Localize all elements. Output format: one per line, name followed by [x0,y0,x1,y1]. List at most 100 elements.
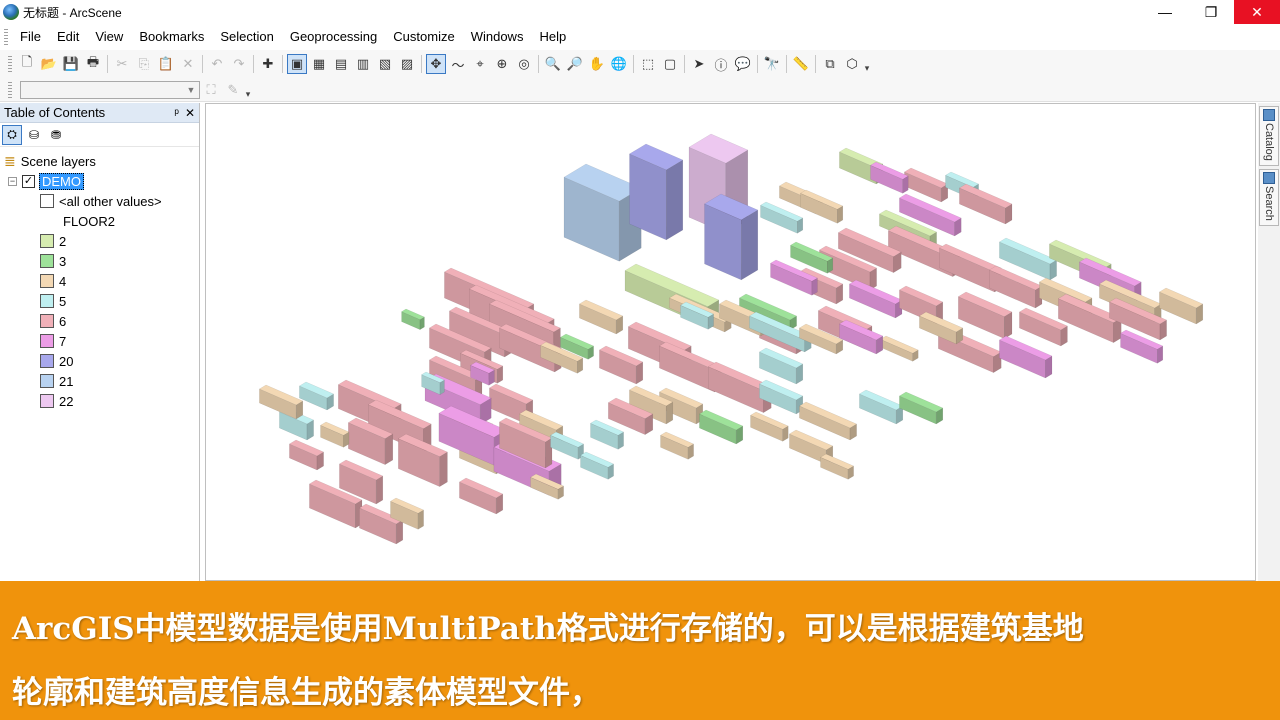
new-document-icon[interactable]: 🗋 [17,54,37,74]
legend-class-row: 7 [0,331,199,351]
legend-swatch[interactable] [40,254,54,268]
search-tab[interactable]: Search [1259,168,1279,226]
toolbar2-grip[interactable] [8,81,12,98]
paste-icon[interactable]: 📋 [156,54,176,74]
building-side-face [666,159,684,241]
toc-header: Table of Contents ᵖ ✕ [0,103,199,123]
layer-visibility-checkbox[interactable]: ✓ [22,174,35,188]
save-icon[interactable]: 💾 [61,54,81,74]
delete-icon[interactable]: ✕ [178,54,198,74]
arctoolbox-icon[interactable]: ▥ [353,54,373,74]
toolbar2-options-icon[interactable]: ▾ [244,80,252,100]
undo-icon[interactable]: ↶ [207,54,227,74]
menu-selection[interactable]: Selection [212,26,281,48]
fly-icon[interactable]: 〜 [448,54,468,74]
catalog-tab-label: Catalog [1263,123,1275,161]
legend-swatch[interactable] [40,394,54,408]
caption-banner: ArcGIS中模型数据是使用MultiPath格式进行存储的，可以是根据建筑基地… [0,581,1280,720]
layers-stack-icon: ≣ [4,152,16,169]
legend-class-label: 3 [59,253,67,269]
scene-view[interactable] [205,103,1256,581]
menu-help[interactable]: Help [531,26,574,48]
print-icon[interactable]: 🖶 [83,54,103,74]
collapse-icon[interactable]: − [8,176,17,186]
toolbar-options-icon[interactable]: ▾ [863,54,871,74]
menu-file[interactable]: File [12,26,49,48]
toolbar-grip[interactable] [8,56,12,72]
menu-geoprocessing[interactable]: Geoprocessing [282,26,385,48]
select-features-icon[interactable]: ⬚ [638,54,658,74]
zoom-in-icon[interactable]: 🔍 [543,54,563,74]
menu-windows[interactable]: Windows [463,26,532,48]
add-data-icon[interactable]: ✚ [258,54,278,74]
navigate-icon[interactable]: ✥ [426,54,446,74]
find-icon[interactable]: 🔭 [762,54,782,74]
html-popup-icon[interactable]: 💬 [733,54,753,74]
layer-row-demo[interactable]: − ✓ DEMO [0,171,199,191]
select-elements-icon[interactable]: ➤ [689,54,709,74]
animation-icon[interactable]: ⧉ [820,54,840,74]
layer-combo-box[interactable]: ▼ [20,80,200,99]
catalog-window-icon[interactable]: ▤ [331,54,351,74]
catalog-tab[interactable]: Catalog [1259,106,1279,166]
full-extent-icon[interactable]: 🌐 [609,54,629,74]
legend-class-row: 3 [0,251,199,271]
legend-swatch[interactable] [40,334,54,348]
close-button[interactable]: ✕ [1234,0,1280,24]
scene-view-icon[interactable]: ▣ [287,54,307,74]
close-icon[interactable]: ✕ [185,106,195,120]
menu-bookmarks[interactable]: Bookmarks [131,26,212,48]
toolbar-separator [282,55,283,73]
list-by-source-icon[interactable]: ⛁ [24,125,44,145]
set-observer-icon[interactable]: ◎ [514,54,534,74]
cut-icon[interactable]: ✂ [112,54,132,74]
open-folder-icon[interactable]: 📂 [39,54,59,74]
toc-title: Table of Contents [4,105,106,120]
building-side-face [375,475,384,505]
legend-swatch[interactable] [40,354,54,368]
editor-tool-icon[interactable]: ⛶ [201,80,221,100]
pin-icon[interactable]: ᵖ [174,106,179,120]
redo-icon[interactable]: ↷ [229,54,249,74]
toolbar-separator [815,55,816,73]
legend-class-label: 7 [59,333,67,349]
catalog-icon [1263,109,1275,121]
menu-edit[interactable]: Edit [49,26,87,48]
center-target-icon[interactable]: ⌖ [470,54,490,74]
list-by-drawing-order-icon[interactable]: ⛭ [2,124,22,145]
scene-layers-label: Scene layers [20,153,96,169]
pan-icon[interactable]: ✋ [587,54,607,74]
zoom-out-icon[interactable]: 🔎 [565,54,585,74]
attribute-table-icon[interactable]: ▦ [309,54,329,74]
menu-view[interactable]: View [87,26,131,48]
legend-swatch[interactable] [40,274,54,288]
menu-grip[interactable] [4,29,8,45]
table-of-contents: Table of Contents ᵖ ✕ ⛭ ⛁ ⛃ ≣ Scene laye… [0,103,200,581]
legend-swatch[interactable] [40,234,54,248]
legend-swatch[interactable] [40,294,54,308]
list-by-visibility-icon[interactable]: ⛃ [46,125,66,145]
legend-swatch[interactable] [40,314,54,328]
measure-icon[interactable]: 📏 [791,54,811,74]
clear-selection-icon[interactable]: ▢ [660,54,680,74]
menu-customize[interactable]: Customize [385,26,462,48]
caption-line-2: 轮廓和建筑高度信息生成的素体模型文件， [12,675,601,711]
toolbar-separator [786,55,787,73]
maximize-button[interactable]: ❐ [1188,0,1234,24]
chevron-down-icon[interactable]: ▼ [184,83,198,97]
3d-building-scene[interactable] [206,104,1256,581]
layer-name[interactable]: DEMO [39,172,84,190]
scene-layers-row[interactable]: ≣ Scene layers [0,151,199,171]
model-builder-icon[interactable]: ▨ [397,54,417,74]
python-icon[interactable]: ▧ [375,54,395,74]
sketch-tool-icon[interactable]: ✎ [223,80,243,100]
zoom-to-target-icon[interactable]: ⊕ [492,54,512,74]
minimize-button[interactable]: — [1142,0,1188,24]
3d-effects-icon[interactable]: ⬡ [842,54,862,74]
legend-swatch-other [40,194,54,208]
legend-swatch[interactable] [40,374,54,388]
copy-icon[interactable]: ⎘ [134,54,154,74]
identify-icon[interactable]: ⓘ [711,54,731,74]
toolbar-separator [202,55,203,73]
legend-other-label: <all other values> [59,193,162,209]
